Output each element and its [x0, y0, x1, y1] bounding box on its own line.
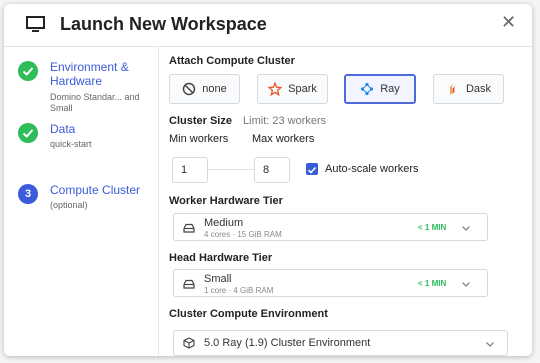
option-label: Ray	[380, 83, 400, 95]
cluster-option-ray[interactable]: Ray	[344, 74, 416, 104]
modal-title: Launch New Workspace	[60, 14, 267, 34]
modal-header: Launch New Workspace ✕	[4, 4, 532, 44]
environment-value: 5.0 Ray (1.9) Cluster Environment	[204, 337, 371, 349]
head-tier-title: Head Hardware Tier	[169, 252, 273, 264]
tier-name: Medium	[204, 217, 244, 229]
check-circle-icon	[18, 61, 38, 81]
option-label: Dask	[465, 83, 492, 95]
header-divider	[4, 46, 532, 47]
cluster-option-dask[interactable]: Dask	[433, 74, 504, 104]
monitor-icon	[26, 16, 45, 32]
step-number: 3	[18, 184, 38, 204]
tier-spec: 4 cores · 15 GiB RAM	[204, 230, 282, 239]
environment-title: Cluster Compute Environment	[169, 308, 328, 320]
spark-star-icon	[268, 82, 283, 96]
cluster-size-title: Cluster Size Limit: 23 workers	[169, 115, 326, 127]
tier-spec: 1 core · 4 GiB RAM	[204, 286, 274, 295]
step-description: Domino Standar... and Small	[50, 92, 140, 113]
dask-icon	[449, 83, 456, 95]
worker-tier-title: Worker Hardware Tier	[169, 195, 283, 207]
tier-name: Small	[204, 273, 232, 285]
box-icon	[183, 337, 195, 349]
cluster-option-none[interactable]: none	[169, 74, 240, 104]
step-description: quick-start	[50, 139, 92, 149]
environment-select[interactable]: 5.0 Ray (1.9) Cluster Environment	[173, 330, 508, 356]
step-label: Environment & Hardware	[50, 60, 129, 88]
min-workers-input[interactable]: 1	[172, 157, 208, 183]
option-label: Spark	[288, 83, 317, 95]
worker-tier-select[interactable]: Medium 4 cores · 15 GiB RAM < 1 MIN	[173, 213, 488, 241]
step-description: (optional)	[50, 200, 88, 210]
checkmark-icon	[307, 166, 317, 174]
chevron-down-icon	[462, 226, 470, 231]
ray-icon	[361, 82, 374, 96]
range-connector	[208, 169, 254, 170]
close-icon[interactable]: ✕	[501, 13, 516, 31]
ban-icon	[183, 82, 196, 96]
startup-time-badge: < 1 MIN	[418, 279, 447, 288]
option-label: none	[202, 83, 227, 95]
launch-workspace-modal: Launch New Workspace ✕ Environment & Har…	[4, 4, 532, 356]
check-circle-icon	[18, 123, 38, 143]
min-workers-label: Min workers	[169, 133, 229, 145]
step-label: Data	[50, 122, 76, 136]
attach-cluster-title: Attach Compute Cluster	[169, 55, 295, 67]
cluster-size-label: Cluster Size	[169, 115, 232, 127]
max-workers-input[interactable]: 8	[254, 157, 290, 183]
step-label: Compute Cluster	[50, 183, 141, 197]
worker-limit: Limit: 23 workers	[243, 115, 327, 127]
autoscale-label: Auto-scale workers	[325, 163, 419, 175]
chevron-down-icon	[486, 342, 494, 347]
autoscale-checkbox[interactable]	[306, 163, 318, 175]
hard-drive-icon	[183, 279, 195, 289]
max-workers-label: Max workers	[252, 133, 315, 145]
hard-drive-icon	[183, 223, 195, 233]
chevron-down-icon	[462, 282, 470, 287]
startup-time-badge: < 1 MIN	[418, 223, 447, 232]
cluster-option-spark[interactable]: Spark	[257, 74, 328, 104]
steps-divider	[158, 46, 159, 356]
head-tier-select[interactable]: Small 1 core · 4 GiB RAM < 1 MIN	[173, 269, 488, 297]
